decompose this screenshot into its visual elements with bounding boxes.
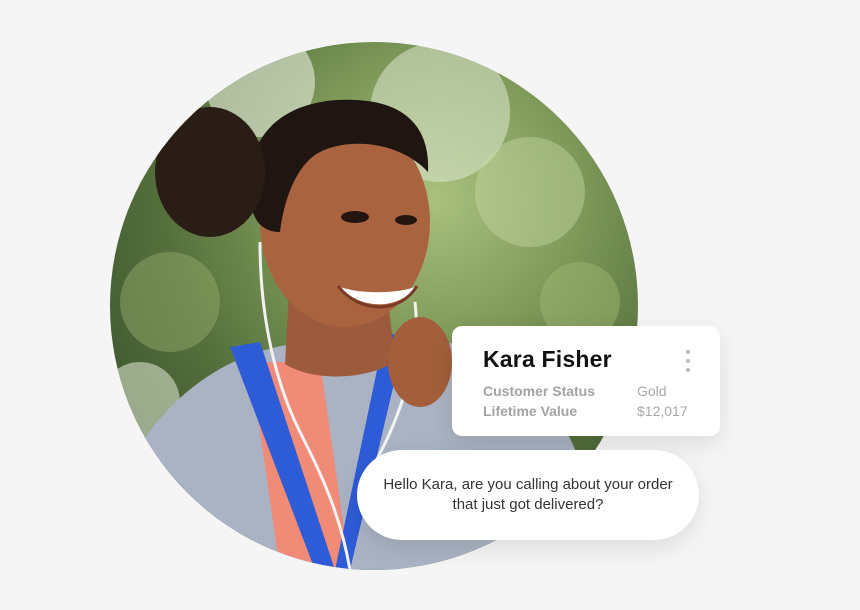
lifetime-value-value: $12,017 [637,403,688,419]
kebab-dot [686,368,690,372]
customer-status-row: Customer Status Gold [483,383,667,399]
more-vertical-icon[interactable] [684,350,692,372]
chat-message: Hello Kara, are you calling about your o… [383,476,673,513]
chat-bubble: Hello Kara, are you calling about your o… [357,450,699,540]
lifetime-value-label: Lifetime Value [483,403,578,419]
lifetime-value-row: Lifetime Value $12,017 [483,403,688,419]
customer-status-label: Customer Status [483,383,596,399]
kebab-dot [686,350,690,354]
stage: Kara Fisher Customer Status Gold Lifetime… [0,0,860,610]
customer-name: Kara Fisher [483,346,612,372]
customer-info-card: Kara Fisher Customer Status Gold Lifetime… [452,326,720,436]
kebab-dot [686,359,690,363]
customer-status-value: Gold [637,383,667,399]
